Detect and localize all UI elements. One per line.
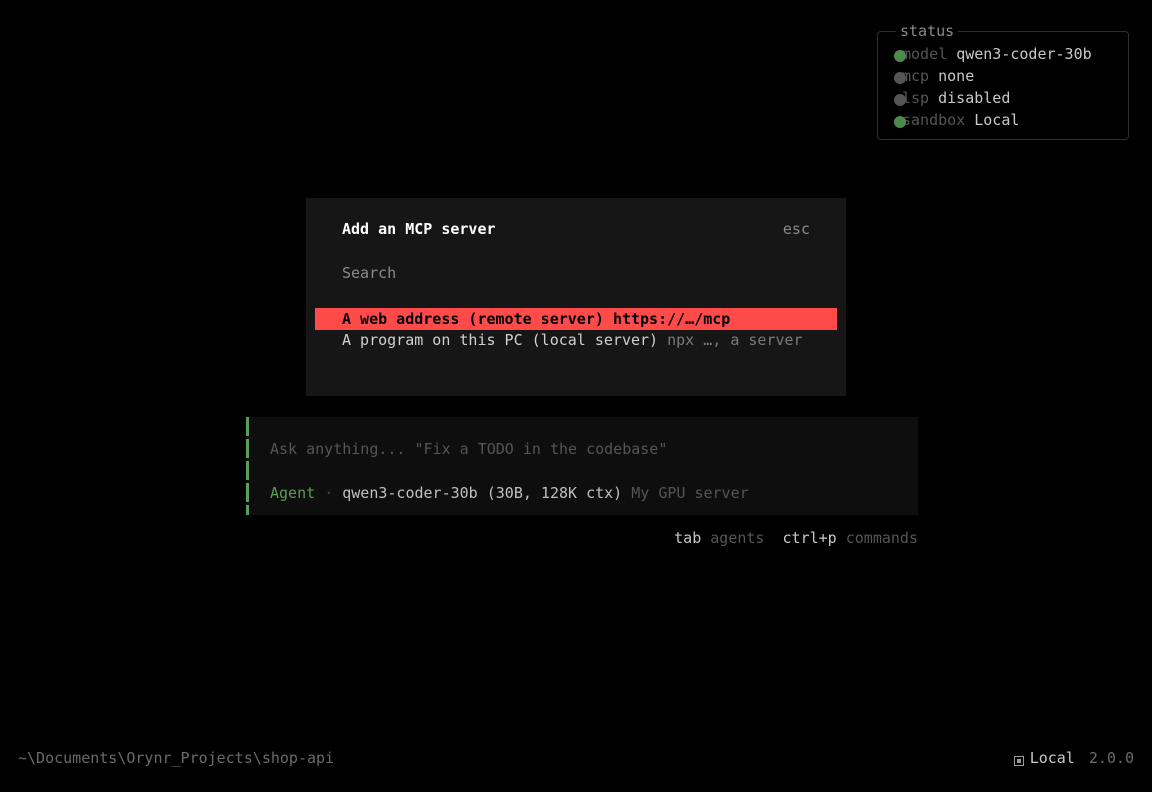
status-row-lsp: lsp disabled (894, 88, 1011, 108)
mode-label: Local (1029, 749, 1075, 767)
status-value: disabled (938, 89, 1011, 107)
status-panel: status model qwen3-coder-30b mcp none ls… (877, 22, 1129, 140)
status-dot-icon (894, 94, 906, 106)
model-selector[interactable]: qwen3-coder-30b (30B, 128K ctx) (342, 484, 622, 502)
add-mcp-server-dialog: Add an MCP server esc A web address (rem… (306, 198, 846, 396)
status-row-sandbox: sandbox Local (894, 110, 1020, 130)
key-hints: tab agents ctrl+p commands (674, 528, 918, 548)
status-row-mcp: mcp none (894, 66, 975, 86)
version-label: 2.0.0 (1088, 749, 1134, 767)
status-dot-icon (894, 116, 906, 128)
status-key: model (902, 45, 948, 63)
option-hint: npx …, a server (667, 331, 803, 349)
key-ctrl-p: ctrl+p (782, 529, 837, 547)
prompt-accent-bar (246, 417, 249, 515)
footer-status: Local 2.0.0 (1013, 748, 1134, 768)
status-key: mcp (902, 67, 930, 85)
status-value: qwen3-coder-30b (956, 45, 1092, 63)
close-button[interactable]: esc (783, 219, 810, 239)
status-dot-icon (894, 72, 906, 84)
option-hint: https://…/mcp (612, 310, 731, 328)
status-key: lsp (902, 89, 930, 107)
model-provider: My GPU server (631, 484, 749, 502)
key-ctrl-p-desc: commands (845, 529, 918, 547)
separator: · (324, 484, 334, 502)
status-dot-icon (894, 50, 906, 62)
status-value: none (938, 67, 975, 85)
agent-line: Agent · qwen3-coder-30b (30B, 128K ctx) … (270, 483, 749, 503)
status-title: status (896, 22, 959, 40)
option-remote-server[interactable]: A web address (remote server) https://…/… (315, 308, 837, 330)
status-key: sandbox (902, 111, 966, 129)
option-label: A program on this PC (local server) (342, 331, 659, 349)
prompt-input[interactable] (270, 439, 890, 459)
prompt-box: Agent · qwen3-coder-30b (30B, 128K ctx) … (246, 417, 918, 515)
key-tab: tab (674, 529, 702, 547)
key-tab-desc: agents (710, 529, 765, 547)
search-input[interactable] (342, 263, 802, 283)
dialog-title: Add an MCP server (342, 220, 496, 238)
option-label: A web address (remote server) (342, 310, 604, 328)
status-row-model: model qwen3-coder-30b (894, 44, 1092, 64)
agent-selector[interactable]: Agent (270, 484, 315, 502)
option-local-server[interactable]: A program on this PC (local server) npx … (315, 329, 837, 351)
working-directory: ~\Documents\Orynr_Projects\shop-api (18, 749, 335, 767)
status-value: Local (974, 111, 1020, 129)
local-mode-icon (1013, 756, 1024, 766)
